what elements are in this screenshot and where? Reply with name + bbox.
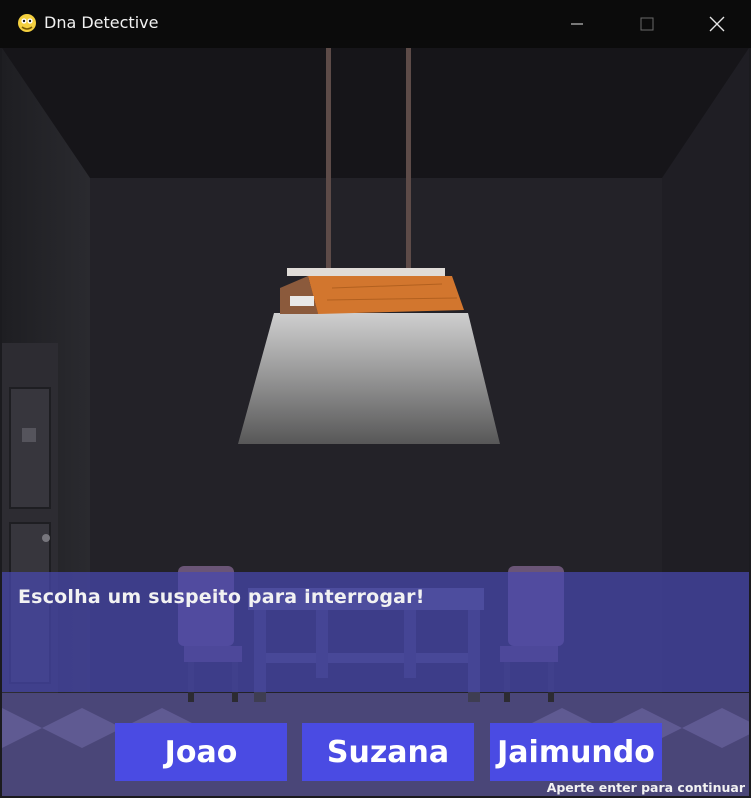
close-button[interactable] bbox=[692, 0, 742, 48]
continue-hint: Aperte enter para continuar bbox=[546, 780, 745, 795]
lamp-cord-left bbox=[326, 48, 331, 270]
dialog-prompt: Escolha um suspeito para interrogar! bbox=[18, 586, 425, 608]
minimize-icon bbox=[571, 23, 583, 25]
window-title: Dna Detective bbox=[44, 13, 159, 32]
suspect-button-suzana[interactable]: Suzana bbox=[302, 723, 474, 781]
dialog-panel: Escolha um suspeito para interrogar! bbox=[2, 572, 749, 692]
maximize-icon bbox=[640, 17, 654, 31]
close-icon bbox=[709, 16, 725, 32]
pygame-snake-icon bbox=[18, 14, 36, 32]
suspect-button-jaimundo[interactable]: Jaimundo bbox=[490, 723, 662, 781]
ceiling bbox=[2, 48, 749, 178]
window-titlebar: Dna Detective bbox=[0, 0, 751, 48]
suspect-button-joao[interactable]: Joao bbox=[115, 723, 287, 781]
minimize-button[interactable] bbox=[552, 0, 602, 48]
lamp-cord-right bbox=[406, 48, 411, 270]
maximize-button[interactable] bbox=[622, 0, 672, 48]
